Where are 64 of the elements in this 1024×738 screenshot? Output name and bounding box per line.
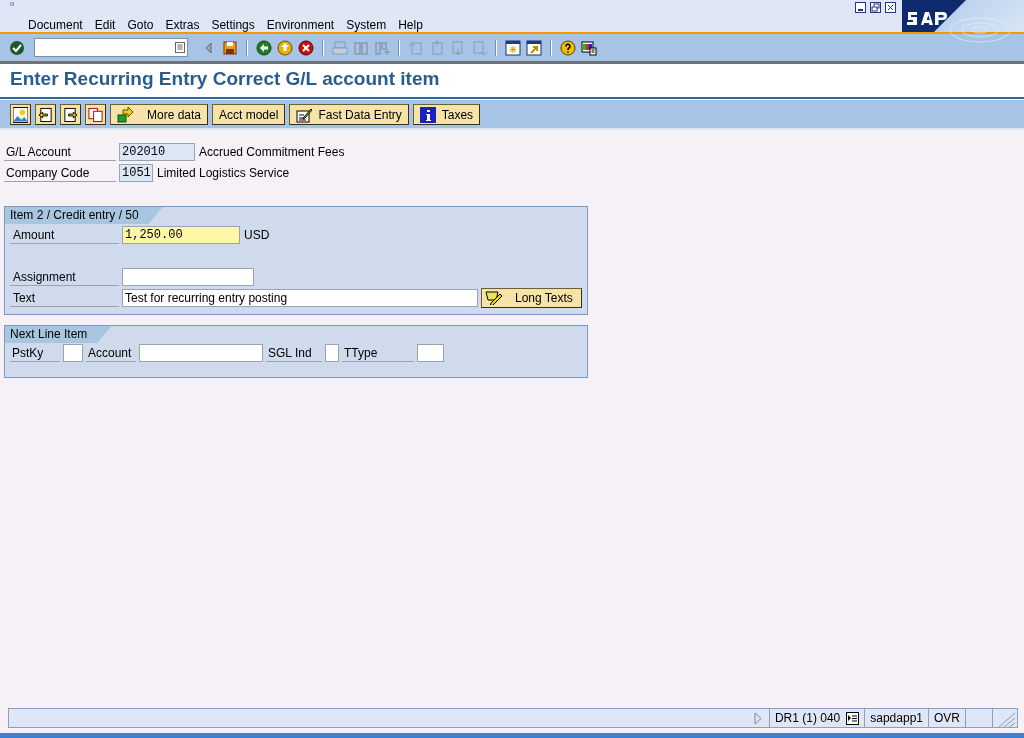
- field-label: Account: [86, 344, 136, 362]
- input-field[interactable]: [417, 344, 444, 362]
- copy-pages-button[interactable]: [85, 104, 106, 125]
- pencil-list-icon: [296, 106, 313, 123]
- amount-field[interactable]: 1,250.00: [122, 225, 240, 244]
- system-info: DR1 (1) 040: [774, 711, 841, 725]
- minimize-icon[interactable]: [855, 2, 866, 13]
- field-label: Company Code: [4, 163, 116, 182]
- input-mode: OVR: [934, 711, 960, 725]
- color-layout-icon[interactable]: [581, 39, 597, 56]
- new-window-icon[interactable]: [505, 39, 521, 56]
- landscape-icon: [13, 106, 28, 123]
- menu-item[interactable]: Edit: [88, 18, 122, 32]
- restore-icon[interactable]: [870, 2, 881, 13]
- long-texts-button[interactable]: Long Texts: [481, 287, 582, 308]
- field-label: TType: [342, 344, 414, 362]
- page-back-icon: [38, 106, 53, 123]
- toolbar-button[interactable]: More data: [110, 104, 209, 125]
- cancel-icon[interactable]: [298, 39, 314, 56]
- field-label: Assignment: [10, 267, 119, 286]
- field-description: Limited Logistics Service: [157, 165, 290, 180]
- menu-item[interactable]: Document: [22, 18, 89, 32]
- text-field[interactable]: Test for recurring entry posting: [122, 288, 478, 307]
- field-label: SGL Ind: [266, 344, 322, 362]
- menu-item[interactable]: Help: [392, 18, 429, 32]
- field-label: Text: [10, 288, 119, 307]
- pencil-note-icon: [485, 290, 503, 305]
- toolbar-button[interactable]: Acct model: [212, 104, 286, 125]
- group-title: Next Line Item: [5, 326, 112, 343]
- menu-item[interactable]: System: [340, 18, 393, 32]
- group-title: Item 2 / Credit entry / 50: [5, 207, 163, 224]
- field-description: Accrued Commitment Fees: [199, 144, 345, 159]
- field-label: PstKy: [10, 344, 60, 362]
- toolbar-button[interactable]: Taxes: [412, 104, 481, 125]
- copy-pages-icon: [88, 106, 103, 123]
- server-name: sapdapp1: [870, 711, 923, 725]
- field-label: Amount: [10, 225, 119, 244]
- landscape-button[interactable]: [10, 104, 31, 125]
- command-field[interactable]: [34, 38, 188, 57]
- input-field[interactable]: [63, 344, 83, 362]
- menu-item[interactable]: Settings: [205, 18, 261, 32]
- menu-item[interactable]: Goto: [121, 18, 160, 32]
- toolbar-button[interactable]: Fast Data Entry: [289, 104, 409, 125]
- page-forward-button[interactable]: [60, 104, 81, 125]
- input-field[interactable]: [139, 344, 263, 362]
- arrow-right-icon: [117, 106, 133, 123]
- check-icon[interactable]: [9, 39, 25, 56]
- page-forward-icon: [63, 106, 78, 123]
- assignment-field[interactable]: [122, 267, 254, 286]
- dropdown-list-icon[interactable]: [175, 42, 185, 53]
- list-icon[interactable]: [846, 711, 860, 725]
- menu-item[interactable]: Environment: [260, 18, 341, 32]
- display-field: 202010: [119, 142, 195, 161]
- shortcut-icon[interactable]: [526, 39, 542, 56]
- menu-item[interactable]: Extras: [159, 18, 206, 32]
- display-field: 1051: [119, 163, 153, 182]
- screen-title: Enter Recurring Entry Correct G/L account item: [10, 68, 440, 90]
- page-back-button[interactable]: [35, 104, 56, 125]
- input-field[interactable]: [325, 344, 339, 362]
- currency-label: USD: [244, 227, 270, 242]
- info-icon: [419, 106, 436, 123]
- close-icon[interactable]: [885, 2, 896, 13]
- help-icon[interactable]: [560, 39, 576, 56]
- field-label: G/L Account: [4, 142, 116, 161]
